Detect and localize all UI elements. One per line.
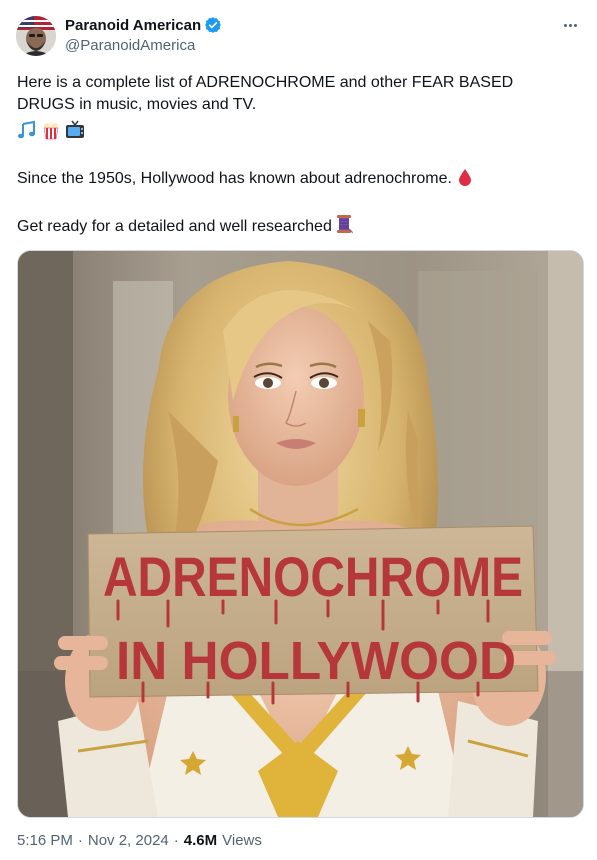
views-count[interactable]: 4.6M — [184, 832, 217, 849]
views-label: Views — [222, 832, 262, 849]
dot — [568, 23, 572, 27]
popcorn-icon — [41, 120, 61, 145]
tweet-card: Paranoid American @ParanoidAmerica Here … — [0, 0, 597, 860]
meta-separator: · — [173, 832, 179, 849]
author-handle[interactable]: @ParanoidAmerica — [65, 37, 195, 54]
meta-separator: · — [77, 832, 83, 849]
author-name-row[interactable]: Paranoid American — [65, 16, 222, 34]
musical-notes-icon — [17, 120, 37, 145]
tweet-time[interactable]: 5:16 PM — [17, 832, 73, 849]
tweet-text-line-3: Since the 1950s, Hollywood has known abo… — [17, 167, 582, 194]
tweet-image[interactable]: ADRENOCHROME IN HOLLYWOOD — [17, 250, 584, 818]
author-avatar[interactable] — [16, 16, 56, 56]
tweet-date[interactable]: Nov 2, 2024 — [88, 832, 169, 849]
more-options-icon[interactable] — [559, 14, 581, 36]
tweet-text-line-4: Get ready for a detailed and well resear… — [17, 214, 582, 242]
sign-text-line-2: IN HOLLYWOOD — [116, 631, 516, 691]
tweet-meta: 5:16 PM · Nov 2, 2024 · 4.6M Views — [17, 832, 262, 849]
tweet-text-line-3-text: Since the 1950s, Hollywood has known abo… — [17, 170, 452, 187]
tweet-text-line-2: DRUGS in music, movies and TV. — [17, 96, 257, 113]
tweet-text-line-4-text: Get ready for a detailed and well resear… — [17, 218, 332, 235]
television-icon — [65, 120, 85, 145]
blood-drop-icon — [458, 168, 472, 194]
verified-badge-icon — [204, 16, 222, 34]
sign-text-line-1: ADRENOCHROME — [103, 545, 523, 608]
emoji-row — [17, 120, 85, 145]
dot — [563, 23, 567, 27]
thread-spool-icon — [334, 214, 354, 242]
dot — [573, 23, 577, 27]
author-display-name[interactable]: Paranoid American — [65, 17, 201, 34]
tweet-text-line-1: Here is a complete list of ADRENOCHROME … — [17, 74, 514, 91]
